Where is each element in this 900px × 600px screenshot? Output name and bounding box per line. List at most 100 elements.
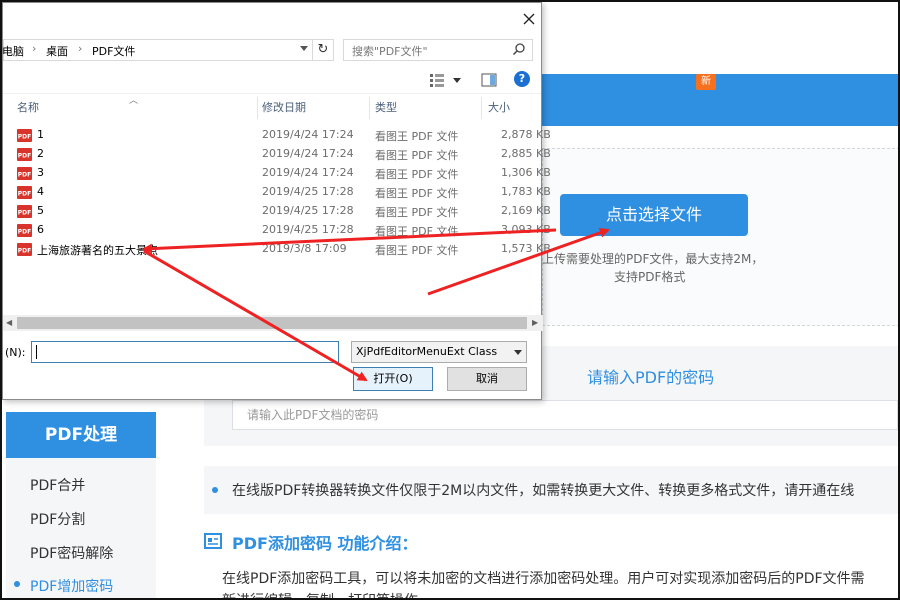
file-open-dialog: 电脑 › 桌面 › PDF文件 ↻ 搜索"PDF文件" ? ︿ 名称 修改日期 … [2,2,551,400]
sidebar-header: PDF处理 [6,412,156,458]
column-divider[interactable] [257,97,258,119]
upload-drop-zone[interactable] [542,148,898,326]
document-icon [204,533,222,549]
chevron-right-icon: › [32,42,37,55]
file-type: 看图王 PDF 文件 [375,244,459,257]
close-icon[interactable] [521,11,537,27]
file-type: 看图王 PDF 文件 [375,130,459,143]
file-name: 6 [37,223,44,236]
file-date: 2019/4/24 17:24 [262,128,354,141]
scroll-left-icon[interactable]: ◀ [6,318,12,327]
file-type: 看图王 PDF 文件 [375,149,459,162]
column-divider[interactable] [369,97,370,119]
svg-text:PDF: PDF [18,191,31,198]
refresh-icon: ↻ [317,42,329,57]
pdf-file-icon: PDF [17,129,32,142]
file-type: 看图王 PDF 文件 [375,168,459,181]
breadcrumb-computer[interactable]: 电脑 [2,43,24,59]
pdf-file-icon: PDF [17,224,32,237]
file-size: 1,573 KB [501,242,551,255]
column-divider[interactable] [481,97,482,119]
open-button[interactable]: 打开(O) [353,367,433,391]
file-type-filter-value: XjPdfEditorMenuExt Class [356,345,498,358]
sidebar-item-unlock[interactable]: PDF密码解除 [30,543,113,563]
chevron-down-icon [694,25,707,32]
sidebar-item-add-password[interactable]: PDF增加密码 [30,576,113,596]
help-icon[interactable]: ? [514,71,530,87]
refresh-button[interactable]: ↻ [313,39,334,61]
file-type: 看图王 PDF 文件 [375,206,459,219]
filename-input[interactable] [31,341,339,363]
password-title: 请输入PDF的密码 [587,368,715,387]
scroll-right-icon[interactable]: ▶ [532,318,538,327]
sidebar-item-merge[interactable]: PDF合并 [30,475,85,495]
file-row[interactable]: PDF 5 2019/4/25 17:28 看图王 PDF 文件 2,169 K… [3,202,551,221]
column-header-name[interactable]: 名称 [17,97,39,119]
nav-item-mindmap[interactable]: 思维导图 [728,2,807,54]
file-name: 上海旅游著名的五大景点 [37,244,158,257]
cancel-button[interactable]: 取消 [447,367,527,391]
upload-hint: 上传需要处理的PDF文件，最大支持2M， [542,252,764,266]
bullet-icon [212,487,218,493]
file-size: 3,093 KB [501,223,551,236]
scrollbar-thumb[interactable] [17,317,527,329]
intro-text-line2: 新进行编辑、复制、打印等操作。 [222,590,432,598]
nav-item-label: 音识别 [543,19,589,37]
intro-text: 在线PDF添加密码工具，可以将未加密的文档进行添加密码处理。用户可对实现添加密码… [222,571,865,587]
file-row[interactable]: PDF 4 2019/4/25 17:28 看图王 PDF 文件 1,783 K… [3,183,551,202]
file-row[interactable]: PDF 2 2019/4/24 17:24 看图王 PDF 文件 2,885 K… [3,145,551,164]
search-input[interactable]: 搜索"PDF文件" [343,39,533,61]
file-date: 2019/4/24 17:24 [262,166,354,179]
svg-text:PDF: PDF [18,229,31,236]
file-name: 1 [37,128,44,141]
file-row[interactable]: PDF 6 2019/4/25 17:28 看图王 PDF 文件 3,093 K… [3,221,551,240]
svg-text:PDF: PDF [18,210,31,217]
nav-item-plagiarism[interactable]: 论文查重 [628,2,707,54]
file-row[interactable]: PDF 上海旅游著名的五大景点 2019/3/8 17:09 看图王 PDF 文… [3,240,551,259]
search-placeholder: 搜索"PDF文件" [352,45,428,58]
file-date: 2019/4/24 17:24 [262,147,354,160]
file-name: 3 [37,166,44,179]
breadcrumb-pdf-folder[interactable]: PDF文件 [92,43,135,59]
file-name: 2 [37,147,44,160]
nav-item-label: PPT模板 [834,19,892,37]
column-header-size[interactable]: 大小 [488,97,510,119]
address-bar[interactable]: 电脑 › 桌面 › PDF文件 [2,39,313,61]
pdf-file-icon: PDF [17,243,32,256]
column-header-type[interactable]: 类型 [375,97,397,119]
sort-up-icon: ︿ [129,96,139,106]
top-nav-bar [532,74,898,126]
file-size: 2,878 KB [501,128,551,141]
filename-label: (N): [5,346,26,359]
select-file-button[interactable]: 点击选择文件 [560,194,748,236]
column-header-date[interactable]: 修改日期 [262,97,306,119]
view-options-icon[interactable] [429,73,445,87]
file-date: 2019/3/8 17:09 [262,242,347,255]
file-type-filter[interactable]: XjPdfEditorMenuExt Class [351,341,527,363]
nav-item-speech[interactable]: 音识别 [543,2,607,54]
file-size: 2,169 KB [501,204,551,217]
file-date: 2019/4/25 17:28 [262,204,354,217]
password-input[interactable]: 请输入此PDF文档的密码 [232,400,898,430]
file-type: 看图王 PDF 文件 [375,187,459,200]
notice-text: 在线版PDF转换器转换文件仅限于2M以内文件，如需转换更大文件、转换更多格式文件… [232,483,855,499]
nav-item-label: 论文查重 [628,19,689,37]
intro-title: PDF添加密码 功能介绍： [232,534,418,553]
file-date: 2019/4/25 17:28 [262,185,354,198]
svg-text:PDF: PDF [18,134,31,141]
screen: 音识别 论文查重 思维导图 PPT模板 新 点击选择文件 上传需要处理的PDF文… [0,0,900,600]
breadcrumb-desktop[interactable]: 桌面 [46,43,68,59]
file-row[interactable]: PDF 3 2019/4/24 17:24 看图王 PDF 文件 1,306 K… [3,164,551,183]
nav-item-ppt[interactable]: PPT模板 [834,2,891,54]
chevron-down-icon[interactable] [453,78,461,83]
pdf-file-icon: PDF [17,167,32,180]
file-size: 2,885 KB [501,147,551,160]
sidebar-item-split[interactable]: PDF分割 [30,509,85,529]
text-cursor [36,345,37,359]
file-row[interactable]: PDF 1 2019/4/24 17:24 看图王 PDF 文件 2,878 K… [3,126,551,145]
file-size: 1,306 KB [501,166,551,179]
active-dot-icon [14,581,20,587]
pdf-file-icon: PDF [17,205,32,218]
preview-pane-icon[interactable] [481,73,497,87]
chevron-down-icon[interactable] [300,46,308,51]
